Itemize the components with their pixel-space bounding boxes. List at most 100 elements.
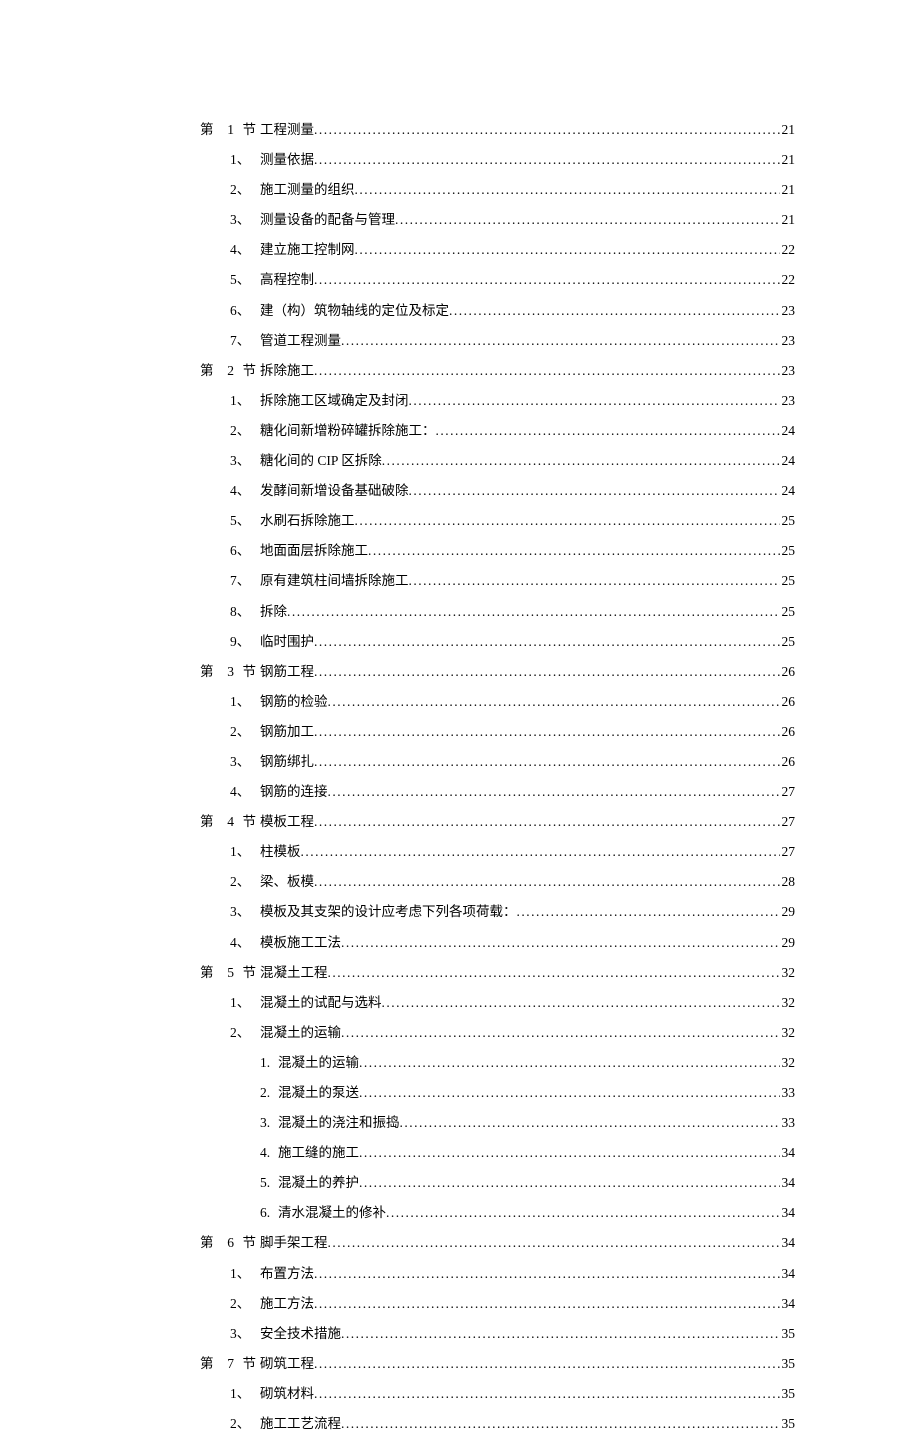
item-label: 5、: [230, 268, 260, 292]
entry-title: 布置方法: [260, 1262, 314, 1286]
entry-title: 清水混凝土的修补: [278, 1201, 386, 1225]
subitem-label: 5.: [260, 1171, 278, 1195]
toc-entry[interactable]: 4、发酵间新增设备基础破除24: [200, 479, 795, 503]
toc-entry[interactable]: 3.混凝土的浇注和振捣33: [200, 1111, 795, 1135]
item-label: 4、: [230, 479, 260, 503]
item-label: 2、: [230, 1412, 260, 1436]
toc-entry[interactable]: 第 4 节模板工程27: [200, 810, 795, 834]
page-number: 32: [780, 1051, 796, 1075]
page-number: 34: [780, 1141, 796, 1165]
page-number: 27: [780, 780, 796, 804]
toc-entry[interactable]: 2、施工方法34: [200, 1292, 795, 1316]
toc-entry[interactable]: 3、模板及其支架的设计应考虑下列各项荷载：29: [200, 900, 795, 924]
toc-entry[interactable]: 5、高程控制22: [200, 268, 795, 292]
item-label: 1、: [230, 991, 260, 1015]
page-number: 34: [780, 1171, 796, 1195]
entry-title: 拆除施工区域确定及封闭: [260, 389, 409, 413]
toc-entry[interactable]: 6、地面面层拆除施工25: [200, 539, 795, 563]
entry-title: 施工方法: [260, 1292, 314, 1316]
toc-entry[interactable]: 第 2 节拆除施工23: [200, 359, 795, 383]
page-number: 34: [780, 1292, 796, 1316]
toc-entry[interactable]: 1、布置方法34: [200, 1262, 795, 1286]
entry-title: 梁、板模: [260, 870, 314, 894]
toc-entry[interactable]: 1、拆除施工区域确定及封闭23: [200, 389, 795, 413]
entry-title: 水刷石拆除施工: [260, 509, 355, 533]
toc-entry[interactable]: 9、临时围护25: [200, 630, 795, 654]
toc-entry[interactable]: 1、柱模板27: [200, 840, 795, 864]
page-number: 25: [780, 600, 796, 624]
leader-dots: [314, 118, 780, 142]
toc-entry[interactable]: 3、安全技术措施35: [200, 1322, 795, 1346]
toc-entry[interactable]: 4.施工缝的施工34: [200, 1141, 795, 1165]
toc-entry[interactable]: 7、管道工程测量23: [200, 329, 795, 353]
page-number: 32: [780, 961, 796, 985]
toc-entry[interactable]: 3、测量设备的配备与管理21: [200, 208, 795, 232]
entry-title: 柱模板: [260, 840, 301, 864]
toc-entry[interactable]: 1.混凝土的运输32: [200, 1051, 795, 1075]
item-label: 1、: [230, 840, 260, 864]
toc-entry[interactable]: 2、梁、板模28: [200, 870, 795, 894]
item-label: 5、: [230, 509, 260, 533]
leader-dots: [409, 479, 780, 503]
entry-title: 钢筋的连接: [260, 780, 328, 804]
toc-entry[interactable]: 4、模板施工工法29: [200, 931, 795, 955]
leader-dots: [382, 449, 780, 473]
toc-entry[interactable]: 6.清水混凝土的修补34: [200, 1201, 795, 1225]
leader-dots: [314, 359, 780, 383]
section-label: 第 2 节: [200, 359, 260, 383]
page-number: 34: [780, 1201, 796, 1225]
table-of-contents: 第 1 节工程测量21 1、测量依据21 2、施工测量的组织21 3、测量设备的配备与…: [200, 118, 795, 1436]
leader-dots: [449, 299, 780, 323]
toc-entry[interactable]: 第 6 节脚手架工程34: [200, 1231, 795, 1255]
section-label: 第 1 节: [200, 118, 260, 142]
toc-entry[interactable]: 1、钢筋的检验26: [200, 690, 795, 714]
leader-dots: [314, 660, 780, 684]
item-label: 3、: [230, 1322, 260, 1346]
toc-entry[interactable]: 2、施工工艺流程35: [200, 1412, 795, 1436]
leader-dots: [436, 419, 780, 443]
toc-entry[interactable]: 5、水刷石拆除施工25: [200, 509, 795, 533]
toc-entry[interactable]: 2、混凝土的运输32: [200, 1021, 795, 1045]
toc-entry[interactable]: 1、砌筑材料35: [200, 1382, 795, 1406]
section-label: 第 4 节: [200, 810, 260, 834]
toc-entry[interactable]: 2、钢筋加工26: [200, 720, 795, 744]
toc-entry[interactable]: 2、糖化间新增粉碎罐拆除施工：24: [200, 419, 795, 443]
entry-title: 建（构）筑物轴线的定位及标定: [260, 299, 449, 323]
entry-title: 临时围护: [260, 630, 314, 654]
toc-entry[interactable]: 1、测量依据21: [200, 148, 795, 172]
toc-entry[interactable]: 8、拆除25: [200, 600, 795, 624]
leader-dots: [314, 1292, 780, 1316]
toc-entry[interactable]: 第 5 节混凝土工程32: [200, 961, 795, 985]
toc-entry[interactable]: 3、钢筋绑扎26: [200, 750, 795, 774]
item-label: 1、: [230, 690, 260, 714]
page-number: 35: [780, 1382, 796, 1406]
toc-entry[interactable]: 7、原有建筑柱间墙拆除施工25: [200, 569, 795, 593]
leader-dots: [355, 178, 780, 202]
section-label: 第 3 节: [200, 660, 260, 684]
page-number: 21: [780, 208, 796, 232]
leader-dots: [400, 1111, 780, 1135]
toc-entry[interactable]: 6、建（构）筑物轴线的定位及标定23: [200, 299, 795, 323]
toc-entry[interactable]: 1、混凝土的试配与选料32: [200, 991, 795, 1015]
leader-dots: [328, 780, 780, 804]
toc-entry[interactable]: 2、施工测量的组织21: [200, 178, 795, 202]
page-number: 32: [780, 991, 796, 1015]
item-label: 1、: [230, 1382, 260, 1406]
toc-entry[interactable]: 4、建立施工控制网22: [200, 238, 795, 262]
page-number: 34: [780, 1231, 796, 1255]
toc-entry[interactable]: 3、糖化间的 CIP 区拆除 24: [200, 449, 795, 473]
toc-entry[interactable]: 5.混凝土的养护34: [200, 1171, 795, 1195]
item-label: 2、: [230, 419, 260, 443]
toc-entry[interactable]: 第 1 节工程测量21: [200, 118, 795, 142]
section-label: 第 5 节: [200, 961, 260, 985]
subitem-label: 2.: [260, 1081, 278, 1105]
toc-entry[interactable]: 2.混凝土的泵送33: [200, 1081, 795, 1105]
toc-entry[interactable]: 4、钢筋的连接27: [200, 780, 795, 804]
leader-dots: [328, 1231, 780, 1255]
toc-entry[interactable]: 第 7 节砌筑工程35: [200, 1352, 795, 1376]
page-number: 24: [780, 479, 796, 503]
leader-dots: [314, 148, 780, 172]
toc-entry[interactable]: 第 3 节钢筋工程26: [200, 660, 795, 684]
page-number: 35: [780, 1352, 796, 1376]
item-label: 9、: [230, 630, 260, 654]
